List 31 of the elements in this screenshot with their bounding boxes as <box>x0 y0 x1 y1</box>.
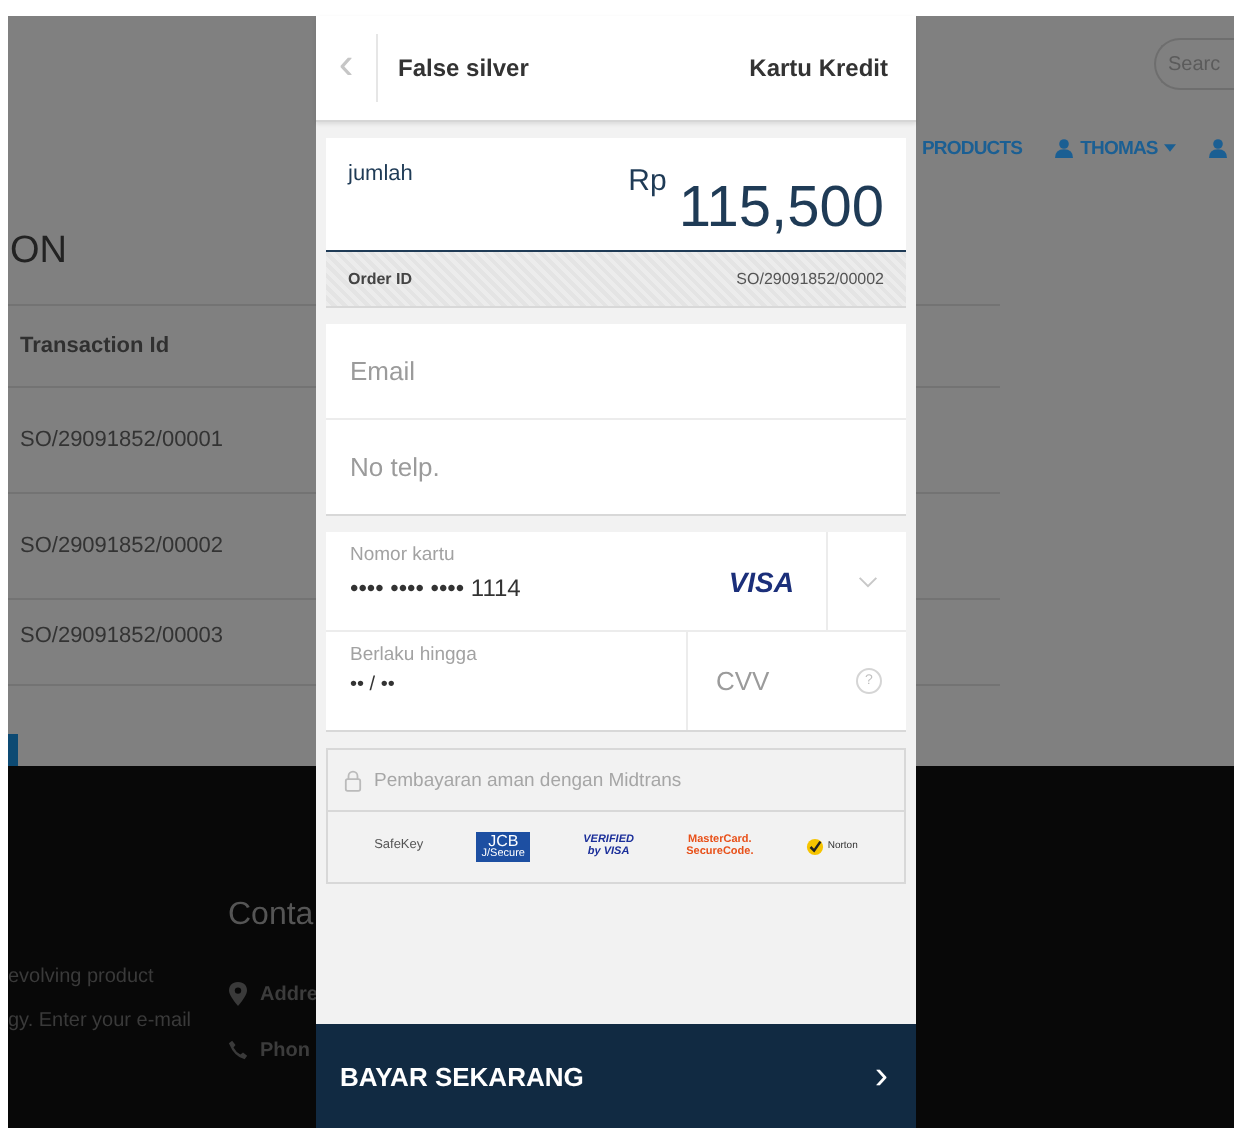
user-name: THOMAS <box>1080 137 1158 159</box>
table-cell: SO/29091852/00002 <box>20 534 224 558</box>
merchant-name: False silver <box>398 54 531 82</box>
order-label: Order ID <box>348 270 413 288</box>
pay-now-button[interactable]: BAYAR SEKARANG › <box>316 1024 916 1128</box>
contact-title: Conta <box>228 898 314 936</box>
table-cell: SO/29091852/00003 <box>20 624 224 648</box>
security-text: Pembayaran aman dengan Midtrans <box>374 769 682 791</box>
caret-icon <box>1163 144 1176 152</box>
input-field[interactable]: No telp. <box>326 420 906 516</box>
order-id: SO/29091852/00002 <box>736 270 884 288</box>
map-pin-icon <box>228 982 248 1006</box>
page-heading: ON <box>10 228 67 276</box>
amount-label: jumlah <box>348 162 415 186</box>
phone-icon <box>228 1038 248 1062</box>
currency: Rp <box>628 164 667 198</box>
input-field[interactable]: Email <box>326 324 906 420</box>
amount-value: 115,500 <box>678 180 884 238</box>
card-number-field[interactable]: Nomor kartu •••• •••• •••• 1114 <box>326 532 729 630</box>
back-button[interactable]: ‹ <box>316 34 378 102</box>
visa-logo: VISA <box>728 565 794 597</box>
payment-method: Kartu Kredit <box>749 54 888 82</box>
lock-icon <box>344 769 362 791</box>
user-icon <box>1054 138 1075 158</box>
table-cell: SO/29091852/00001 <box>20 428 224 452</box>
column-header: Transaction Id <box>20 334 170 358</box>
user-icon[interactable] <box>1207 138 1228 158</box>
nav-link[interactable]: PRODUCTS <box>922 137 1023 159</box>
chevron-down-icon <box>857 575 877 587</box>
expiry-field[interactable]: Berlaku hingga •• / •• <box>326 632 688 730</box>
user-menu[interactable]: THOMAS <box>1054 137 1176 159</box>
